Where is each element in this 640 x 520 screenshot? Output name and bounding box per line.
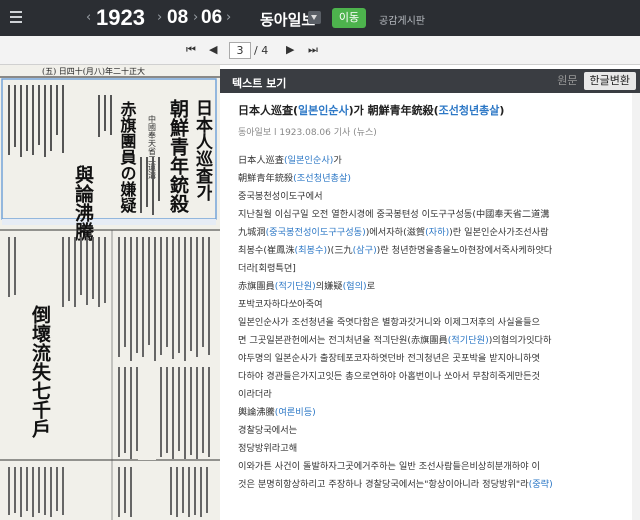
article-line-segment[interactable]: (적기단원) <box>448 335 489 346</box>
article-line: 포박코자하다쏘아죽여 <box>238 296 630 314</box>
article-line: 더라[회령특뎐] <box>238 260 630 278</box>
top-navigation-bar: ‹ 1923 › 08 › 06 › 동아일보 이동 공감게시판 <box>0 0 640 36</box>
article-line-segment[interactable]: (적기단원) <box>275 281 316 292</box>
article-line: 야두명의 일본순사가 출장테포코자하엿던바 전긔청년은 곳포박을 받지아니하엿 <box>238 350 630 368</box>
article-line: 것은 분명히항상하리고 주장하나 경찰당국에서는"항상이아니라 정당방위"라(중… <box>238 476 630 494</box>
article-line: 경찰당국에서는 <box>238 422 630 440</box>
prev-date-chevron-icon[interactable]: ‹ <box>86 10 91 25</box>
article-line-segment[interactable]: (삼구) <box>353 245 377 256</box>
article-line-segment: 다하야 경관들은가지고잇든 총으로연하야 아홉번이나 쏘아서 무참히죽게만든것 <box>238 371 540 382</box>
article-line-segment: 의嫌疑 <box>315 281 343 292</box>
article-line: 다하야 경관들은가지고잇든 총으로연하야 아홉번이나 쏘아서 무참히죽게만든것 <box>238 368 630 386</box>
article-line-segment: 포박코자하다쏘아죽여 <box>238 299 323 310</box>
article-line: 중국봉천성이도구에서 <box>238 188 630 206</box>
year-next-chevron-icon[interactable]: › <box>157 10 162 25</box>
article-line: 輿論沸騰(여론비등) <box>238 404 630 422</box>
article-line: 九城洞(중국봉전성이도구구성동))에서자하(滋賀(자하))란 일본인순사가조선사… <box>238 224 630 242</box>
view-tabs: 원문 한글변환 <box>551 72 636 90</box>
newspaper-page-image[interactable]: (五) 日四十(月八)年二十正大 日本人巡査가 朝鮮青年銃殺 赤旗團員の嫌疑 與… <box>0 65 220 520</box>
article-line: 정당방위라고해 <box>238 440 630 458</box>
board-link[interactable]: 공감게시판 <box>379 12 425 27</box>
article-line-segment: )란 청년한명을총을노아현장에서죽사케하얏다 <box>376 245 553 256</box>
article-line-segment: 日本人巡査 <box>238 155 284 166</box>
article-line-segment[interactable]: (자하) <box>425 227 449 238</box>
article-line: 朝鮮青年銃殺(조선청년총살) <box>238 170 630 188</box>
menu-icon[interactable] <box>10 11 22 23</box>
current-page-input[interactable]: 3 <box>229 42 251 59</box>
day-next-chevron-icon[interactable]: › <box>226 10 231 25</box>
article-line: 최봉수(崔鳳洙(최봉수))(三九(삼구))란 청년한명을총을노아현장에서죽사케하… <box>238 242 630 260</box>
article-line-segment[interactable]: (혐의) <box>343 281 367 292</box>
next-page-icon[interactable]: ▶ <box>286 43 294 56</box>
newspaper-scan: (五) 日四十(月八)年二十正大 日本人巡査가 朝鮮青年銃殺 赤旗團員の嫌疑 與… <box>0 65 220 520</box>
article-line-segment: 輿論沸騰 <box>238 407 275 418</box>
article-line: 이라더라 <box>238 386 630 404</box>
article-line-segment: 경찰당국에서는 <box>238 425 298 436</box>
article-line-segment: )의혐의가잇다하 <box>488 335 552 346</box>
article-line-segment: 최봉수(崔鳳洙 <box>238 245 295 256</box>
article-line-segment: 로 <box>366 281 376 292</box>
last-page-icon[interactable]: ⏭ <box>308 43 318 57</box>
article-line-segment: 중국봉천성이도구에서 <box>238 191 323 202</box>
article-line-segment: )에서자하(滋賀 <box>365 227 426 238</box>
headline-link-2[interactable]: 조선청년총살 <box>439 104 500 117</box>
article-line-segment: 赤旗團員 <box>238 281 275 292</box>
headline-column-2: 朝鮮青年銃殺 <box>167 99 190 214</box>
article-meta: 동아일보 l 1923.08.06 기사 (뉴스) <box>238 128 377 138</box>
article-line-segment: 朝鮮青年銃殺 <box>238 173 294 184</box>
article-line-segment: 가 <box>333 155 342 166</box>
panel-title: 텍스트 보기 <box>232 77 287 90</box>
text-view-panel: 텍스트 보기 원문 한글변환 日本人巡査(일본인순사)가 朝鮮青年銃殺(조선청년… <box>220 65 640 520</box>
article-line-segment[interactable]: (여론비등) <box>275 407 316 418</box>
article-line-segment: 더라[회령특뎐] <box>238 263 296 274</box>
headline-column-1: 日本人巡査가 <box>192 99 214 202</box>
article-line-segment: 면 그곳일본관헌에서는 전긔처년을 적긔단원(赤旗團員 <box>238 335 448 346</box>
newspaper-name[interactable]: 동아일보 <box>260 9 315 30</box>
article-line-segment[interactable]: (일본인순사) <box>284 155 333 166</box>
go-button[interactable]: 이동 <box>332 8 366 28</box>
article-text: 日本人巡査(일본인순사)가 朝鮮青年銃殺(조선청년총살) 중국봉천성이도구에서 지난칠… <box>238 152 630 494</box>
article-line: 日本人巡査(일본인순사)가 <box>238 152 630 170</box>
page-navigation-bar: ⏮ ◀ 3 / 4 ▶ ⏭ <box>0 36 640 65</box>
article-line-segment: 일본인순사가 조선청년을 죽엿다함은 별항과갓거니와 이제그저후의 사실을들으 <box>238 317 540 328</box>
headline-column-3: 赤旗團員の嫌疑 <box>118 100 138 214</box>
article-line-segment: 정당방위라고해 <box>238 443 298 454</box>
article-line-segment[interactable]: (조선청년총살) <box>293 173 351 184</box>
article-line-segment: 지난칠월 이십구일 오전 열한시경에 중국봉텬성 이도구구성동(中國奉天省二道溝 <box>238 209 550 220</box>
article-line: 이와가튼 사건이 돌발하자그곳에거주하는 일반 조선사람들은비상히분개하야 이 <box>238 458 630 476</box>
tab-hangul-conversion[interactable]: 한글변환 <box>583 72 636 90</box>
article-line-segment: 이와가튼 사건이 돌발하자그곳에거주하는 일반 조선사람들은비상히분개하야 이 <box>238 461 540 472</box>
headline-link-1[interactable]: 일본인순사 <box>298 104 349 117</box>
article-line-segment: 것은 분명히항상하리고 주장하나 경찰당국에서는"항상이아니라 정당방위"라 <box>238 479 529 490</box>
newspaper-dropdown-icon[interactable] <box>308 11 321 24</box>
year-selector[interactable]: 1923 <box>96 5 145 31</box>
article-body: 日本人巡査(일본인순사)가 朝鮮青年銃殺(조선청년총살) 동아일보 l 1923… <box>238 103 630 494</box>
day-selector[interactable]: 06 <box>201 7 222 29</box>
headline-column-5: 倒壞流失七千戶 <box>29 304 52 439</box>
month-selector[interactable]: 08 <box>167 7 188 29</box>
article-line-segment: 이라더라 <box>238 389 272 400</box>
article-line: 일본인순사가 조선청년을 죽엿다함은 별항과갓거니와 이제그저후의 사실을들으 <box>238 314 630 332</box>
first-page-icon[interactable]: ⏮ <box>186 43 196 57</box>
text-view-header: 텍스트 보기 원문 한글변환 <box>220 69 640 93</box>
article-line-segment: 야두명의 일본순사가 출장테포코자하엿던바 전긔청년은 곳포박을 받지아니하엿 <box>238 353 540 364</box>
masthead-text: (五) 日四十(月八)年二十正大 <box>42 66 145 76</box>
article-line-segment[interactable]: (최봉수) <box>295 245 328 256</box>
panel-scrollbar[interactable] <box>632 93 640 520</box>
article-line: 지난칠월 이십구일 오전 열한시경에 중국봉텬성 이도구구성동(中國奉天省二道溝 <box>238 206 630 224</box>
article-line-segment[interactable]: (중국봉전성이도구구성동) <box>266 227 366 238</box>
article-line-segment: 九城洞 <box>238 227 266 238</box>
month-next-chevron-icon[interactable]: › <box>193 10 198 25</box>
article-line: 赤旗團員(적기단원)의嫌疑(혐의)로 <box>238 278 630 296</box>
article-line-segment[interactable]: (중략) <box>529 479 553 490</box>
article-line-segment: )(三九 <box>327 245 353 256</box>
article-headline: 日本人巡査(일본인순사)가 朝鮮青年銃殺(조선청년총살) <box>238 104 505 117</box>
tab-original[interactable]: 원문 <box>551 72 583 90</box>
article-line: 면 그곳일본관헌에서는 전긔처년을 적긔단원(赤旗團員(적기단원))의혐의가잇다… <box>238 332 630 350</box>
article-line-segment: )란 일본인순사가조선사람 <box>449 227 549 238</box>
total-pages: / 4 <box>254 44 269 57</box>
prev-page-icon[interactable]: ◀ <box>209 43 217 56</box>
